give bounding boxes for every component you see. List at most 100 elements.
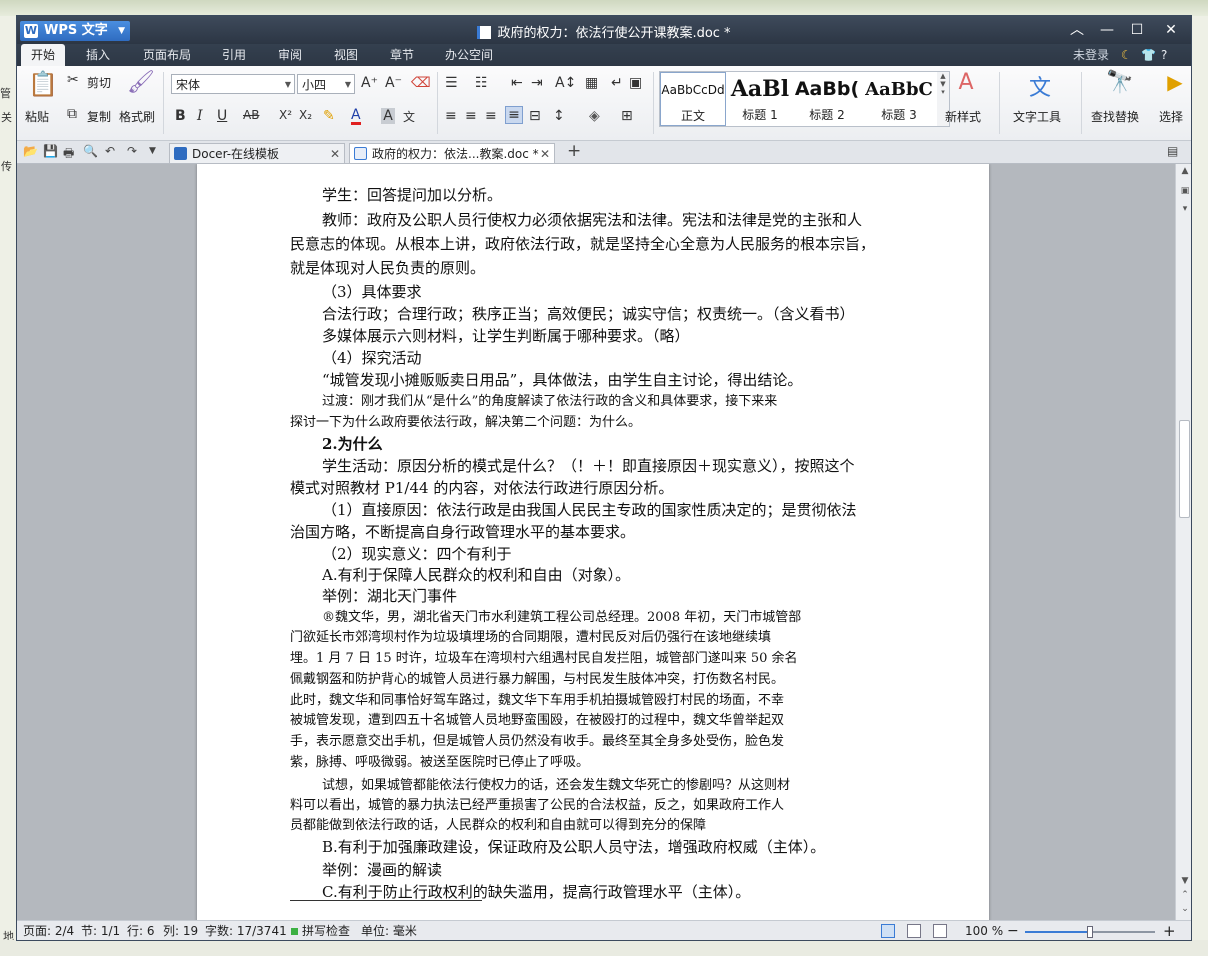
char-shading-icon[interactable]: A bbox=[381, 108, 395, 124]
shrink-font-icon[interactable]: A⁻ bbox=[385, 75, 402, 91]
tab-document[interactable]: 政府的权力：依法...教案.doc * ✕ bbox=[349, 143, 555, 163]
bold-icon[interactable]: B bbox=[175, 108, 186, 124]
grow-font-icon[interactable]: A⁺ bbox=[361, 75, 378, 91]
print-preview-icon[interactable]: 🔍 bbox=[83, 144, 98, 158]
status-page[interactable]: 页面: 2/4 bbox=[23, 921, 74, 940]
phonetic-guide-icon[interactable]: 文 bbox=[403, 108, 415, 125]
tab-docer[interactable]: Docer-在线模板 ✕ bbox=[169, 143, 345, 163]
format-painter-button[interactable]: 格式刷 bbox=[119, 108, 155, 125]
shading-icon[interactable]: ◈ bbox=[589, 108, 600, 124]
find-replace-button[interactable]: 查找替换 bbox=[1091, 108, 1139, 125]
undo-icon[interactable]: ↶ bbox=[105, 144, 115, 158]
page-down-icon[interactable]: ▾ bbox=[1176, 204, 1191, 214]
copy-button[interactable]: 复制 bbox=[87, 108, 111, 125]
style-normal[interactable]: AaBbCcDd 正文 bbox=[660, 72, 726, 126]
distributed-icon[interactable]: ⊟ bbox=[529, 108, 541, 124]
style-heading-1[interactable]: AaBl 标题 1 bbox=[728, 72, 792, 126]
tab-home[interactable]: 开始 bbox=[21, 44, 65, 66]
font-size-select[interactable]: 小四 ▼ bbox=[297, 74, 355, 94]
font-name-select[interactable]: 宋体 ▼ bbox=[171, 74, 295, 94]
style-sample: AaBl bbox=[730, 76, 790, 102]
style-heading-2[interactable]: AaBb( 标题 2 bbox=[794, 72, 860, 126]
next-page-icon[interactable]: ⌄ bbox=[1176, 904, 1191, 914]
scroll-down-icon[interactable]: ▼ bbox=[1176, 876, 1191, 886]
spell-check-toggle[interactable]: 拼写检查 bbox=[291, 921, 350, 940]
desktop-left-strip: 管 关 传 地 bbox=[0, 16, 17, 956]
help-button[interactable]: ? bbox=[1161, 44, 1167, 66]
tab-chapter[interactable]: 章节 bbox=[381, 44, 423, 66]
align-left-icon[interactable]: ≡ bbox=[445, 108, 457, 124]
tab-references[interactable]: 引用 bbox=[213, 44, 255, 66]
zoom-in-button[interactable]: + bbox=[1163, 921, 1176, 940]
superscript-icon[interactable]: X² bbox=[279, 108, 292, 122]
status-unit[interactable]: 单位: 毫米 bbox=[361, 921, 417, 940]
status-word-count[interactable]: 字数: 17/3741 bbox=[205, 921, 287, 940]
tab-office-space[interactable]: 办公空间 bbox=[437, 44, 501, 66]
tab-review[interactable]: 审阅 bbox=[269, 44, 311, 66]
print-icon[interactable]: 🖶 bbox=[63, 144, 74, 165]
style-heading-3[interactable]: AaBbC 标题 3 bbox=[862, 72, 936, 126]
align-right-icon[interactable]: ≡ bbox=[485, 108, 497, 124]
spell-ok-icon bbox=[291, 928, 298, 935]
close-button[interactable]: ✕ bbox=[1157, 20, 1185, 40]
document-line: 佩戴钢盔和防护背心的城管人员进行暴力解围，与村民发生肢体冲突，打伤数名村民。 bbox=[290, 672, 785, 687]
vertical-scrollbar[interactable]: ▲ ▣ ▾ ▼ ⌃ ⌄ bbox=[1175, 164, 1191, 920]
line-spacing-icon[interactable]: ↕ bbox=[553, 108, 565, 124]
document-page[interactable]: 学生：回答提问加以分析。 教师：政府及公职人员行使权力必须依据宪法和法律。宪法和法… bbox=[197, 164, 989, 920]
select-button[interactable]: 选择 bbox=[1159, 108, 1183, 125]
align-center-icon[interactable]: ≡ bbox=[465, 108, 477, 124]
subscript-icon[interactable]: X₂ bbox=[299, 108, 312, 122]
text-box-icon[interactable]: ▣ bbox=[629, 75, 642, 91]
decrease-indent-icon[interactable]: ⇤ bbox=[511, 75, 523, 91]
document-line: （3）具体要求 bbox=[322, 283, 422, 301]
paste-icon[interactable]: 📋 bbox=[27, 70, 59, 100]
open-folder-icon[interactable]: 📂 bbox=[23, 144, 38, 158]
redo-icon[interactable]: ↷ bbox=[127, 144, 137, 158]
tab-view[interactable]: 视图 bbox=[325, 44, 367, 66]
new-style-button[interactable]: 新样式 bbox=[945, 108, 981, 125]
text-tools-button[interactable]: 文字工具 bbox=[1013, 108, 1061, 125]
borders-icon[interactable]: ⊞ bbox=[621, 108, 633, 124]
paragraph-mark-icon[interactable]: ↵ bbox=[611, 75, 623, 91]
customize-toolbar-icon[interactable]: ▼ bbox=[149, 146, 156, 156]
zoom-level[interactable]: 100 % bbox=[965, 921, 1003, 940]
login-link[interactable]: 未登录 bbox=[1073, 44, 1109, 66]
new-tab-button[interactable]: + bbox=[567, 141, 581, 161]
justify-icon[interactable]: ≡ bbox=[505, 106, 523, 124]
tab-insert[interactable]: 插入 bbox=[77, 44, 119, 66]
numbering-icon[interactable]: ☷ bbox=[475, 75, 488, 91]
close-icon[interactable]: ✕ bbox=[330, 144, 340, 164]
bullets-icon[interactable]: ☰ bbox=[445, 75, 458, 91]
shirt-icon[interactable]: 👕 bbox=[1141, 44, 1156, 66]
strikethrough-icon[interactable]: AB bbox=[243, 108, 259, 122]
tab-page-layout[interactable]: 页面布局 bbox=[135, 44, 199, 66]
prev-page-icon[interactable]: ⌃ bbox=[1176, 890, 1191, 900]
copy-icon: ⧉ bbox=[67, 106, 77, 122]
table-grid-icon[interactable]: ▦ bbox=[585, 75, 598, 91]
outline-view-icon[interactable] bbox=[907, 924, 921, 938]
tab-list-icon[interactable]: ▤ bbox=[1167, 144, 1178, 158]
sort-icon[interactable]: A↕ bbox=[555, 75, 576, 91]
italic-icon[interactable]: I bbox=[197, 108, 203, 124]
page-icon[interactable]: ▣ bbox=[1176, 186, 1191, 196]
highlight-icon[interactable]: ✎ bbox=[323, 108, 335, 124]
page-view-icon[interactable] bbox=[881, 924, 895, 938]
skin-icon[interactable]: ☾ bbox=[1121, 44, 1132, 66]
status-section: 节: 1/1 bbox=[81, 924, 121, 938]
close-icon[interactable]: ✕ bbox=[540, 144, 550, 164]
collapse-ribbon-button[interactable]: ︿ bbox=[1063, 20, 1091, 40]
underline-icon[interactable]: U bbox=[217, 108, 227, 124]
zoom-slider-handle[interactable] bbox=[1087, 926, 1093, 938]
zoom-out-button[interactable]: − bbox=[1007, 921, 1019, 940]
cut-button[interactable]: 剪切 bbox=[87, 74, 111, 91]
increase-indent-icon[interactable]: ⇥ bbox=[531, 75, 543, 91]
maximize-button[interactable]: ☐ bbox=[1123, 20, 1151, 40]
scroll-up-icon[interactable]: ▲ bbox=[1176, 166, 1191, 176]
save-icon[interactable]: 💾 bbox=[43, 144, 58, 158]
minimize-button[interactable]: — bbox=[1093, 20, 1121, 40]
scrollbar-thumb[interactable] bbox=[1179, 420, 1190, 518]
web-view-icon[interactable] bbox=[933, 924, 947, 938]
paste-button[interactable]: 粘贴 bbox=[25, 108, 49, 125]
clear-format-icon[interactable]: ⌫ bbox=[411, 75, 431, 91]
font-color-icon[interactable]: A bbox=[351, 108, 361, 125]
